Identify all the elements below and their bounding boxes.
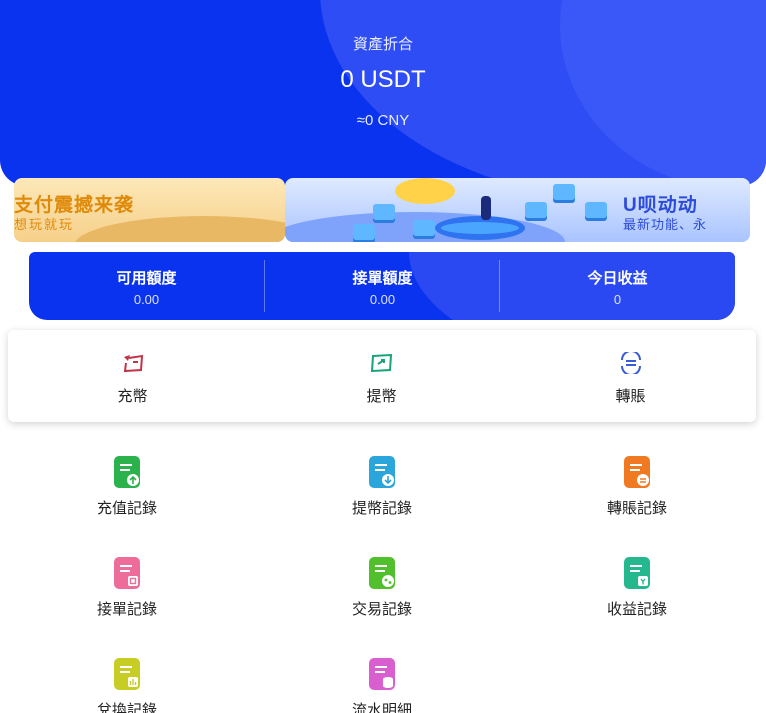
quota-stats: 可用額度 0.00 接單額度 0.00 今日收益 0: [29, 252, 735, 320]
record-label: 收益記錄: [606, 601, 667, 618]
income-record-button[interactable]: 收益記錄: [510, 557, 764, 637]
deposit-button[interactable]: 充幣: [8, 330, 257, 422]
order-record-button[interactable]: 接單記錄: [0, 557, 254, 637]
exchange-record-button[interactable]: 兌換記錄: [0, 658, 254, 713]
cube-illustration: [373, 204, 395, 220]
available-quota: 可用額度 0.00: [29, 252, 264, 320]
banner-title: 支付震撼来袭: [14, 195, 135, 216]
cube-illustration: [525, 202, 547, 218]
action-label: 轉賬: [615, 388, 646, 405]
order-quota: 接單額度 0.00: [265, 252, 500, 320]
cube-illustration: [585, 202, 607, 218]
record-label: 兌換記錄: [96, 702, 157, 713]
today-income: 今日收益 0: [500, 252, 735, 320]
stat-value: 0: [613, 292, 622, 307]
stat-label: 今日收益: [587, 270, 648, 287]
withdraw-icon: [370, 353, 392, 373]
asset-header: 資產折合 0 USDT ≈0 CNY: [0, 0, 766, 186]
transfer-record-icon: [624, 456, 650, 488]
ledger-detail-button[interactable]: 流水明細: [255, 658, 509, 713]
recharge-record-button[interactable]: 充值記錄: [0, 456, 254, 536]
quick-actions: 充幣 提幣 轉賬: [8, 330, 756, 422]
trade-record-icon: [369, 557, 395, 589]
recharge-record-icon: [114, 456, 140, 488]
order-record-icon: [114, 557, 140, 589]
stat-label: 可用額度: [116, 270, 177, 287]
withdraw-record-button[interactable]: 提幣記錄: [255, 456, 509, 536]
coin-illustration: [395, 178, 455, 204]
cube-illustration: [413, 220, 435, 236]
platform-illustration: [435, 216, 525, 240]
record-label: 提幣記錄: [351, 500, 412, 517]
cube-illustration: [553, 184, 575, 200]
income-record-icon: [624, 557, 650, 589]
exchange-record-icon: [114, 658, 140, 690]
transfer-record-button[interactable]: 轉賬記錄: [510, 456, 764, 536]
banner-slide-2[interactable]: U呗动动 最新功能、永: [285, 178, 750, 242]
cube-illustration: [353, 224, 375, 240]
ledger-detail-icon: [369, 658, 395, 690]
banner-title: U呗动动: [623, 195, 698, 216]
person-illustration: [481, 196, 491, 220]
stat-value: 0.00: [369, 292, 396, 307]
stat-label: 接單額度: [352, 270, 413, 287]
banner-subtitle: 最新功能、永: [623, 217, 708, 232]
transfer-button[interactable]: 轉賬: [506, 330, 755, 422]
record-label: 流水明細: [351, 702, 412, 713]
action-label: 提幣: [366, 388, 397, 405]
action-label: 充幣: [117, 388, 148, 405]
record-label: 交易記錄: [351, 601, 412, 618]
trade-record-button[interactable]: 交易記錄: [255, 557, 509, 637]
transfer-icon: [620, 352, 641, 374]
withdraw-button[interactable]: 提幣: [257, 330, 506, 422]
asset-value: 0 USDT: [340, 66, 426, 93]
asset-cny: ≈0 CNY: [356, 112, 410, 129]
banner-slide-1[interactable]: 支付震撼来袭 想玩就玩: [14, 178, 285, 242]
deposit-icon: [123, 354, 143, 373]
asset-label: 資產折合: [352, 36, 413, 53]
record-label: 接單記錄: [96, 601, 157, 618]
banner-subtitle: 想玩就玩: [14, 217, 75, 232]
record-label: 轉賬記錄: [606, 500, 667, 517]
withdraw-record-icon: [369, 456, 395, 488]
record-label: 充值記錄: [96, 500, 157, 517]
stat-value: 0.00: [133, 292, 160, 307]
